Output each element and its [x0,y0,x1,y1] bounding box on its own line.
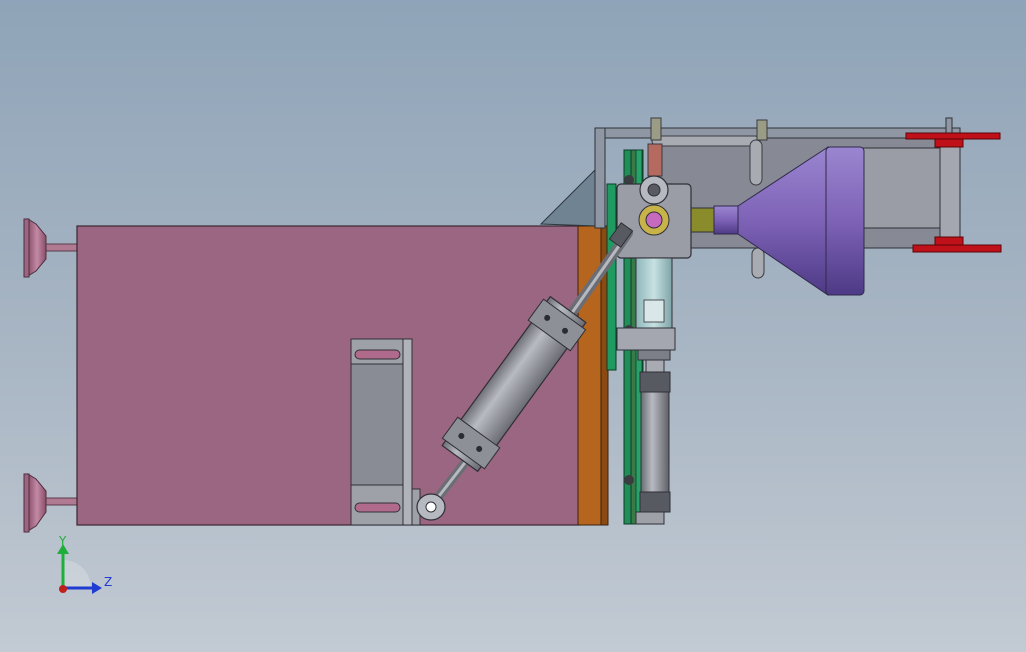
leveling-foot-bottom [23,473,79,533]
vertical-cylinder [635,359,671,525]
assembly-drawing: Y Z [23,117,1002,594]
cad-viewport[interactable]: Y Z [0,0,1026,652]
triad-y-label: Y [58,534,67,548]
leveling-foot-top [23,218,79,278]
pivot-block [616,175,692,259]
triad-origin [59,585,67,593]
rod-clevis [416,493,446,521]
slotted-mounting-bracket [350,338,421,526]
coordinate-triad: Y Z [57,534,112,594]
triad-z-label: Z [104,575,112,589]
